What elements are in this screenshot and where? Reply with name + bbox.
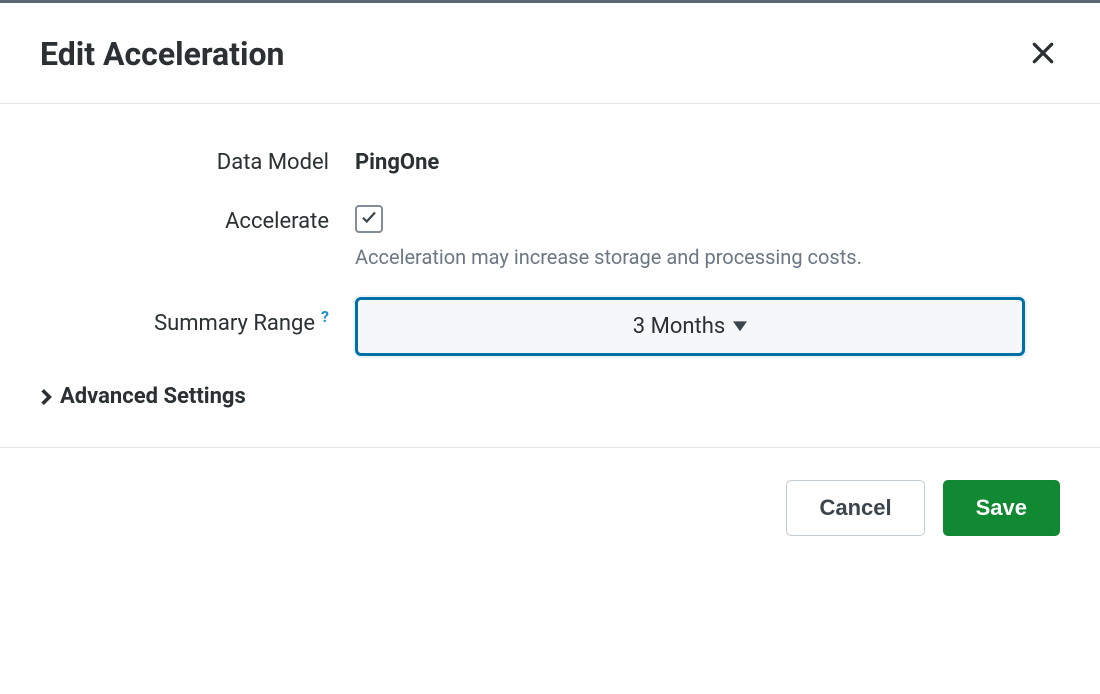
data-model-row: Data Model PingOne xyxy=(40,144,1060,175)
modal-title: Edit Acceleration xyxy=(40,35,284,73)
caret-down-icon xyxy=(733,314,747,339)
data-model-label: Data Model xyxy=(217,150,329,175)
summary-range-value: 3 Months xyxy=(633,314,725,339)
data-model-value: PingOne xyxy=(355,144,1060,175)
accelerate-row: Accelerate Acceleration may increase sto… xyxy=(40,203,1060,269)
advanced-settings-label: Advanced Settings xyxy=(60,384,246,409)
modal-footer: Cancel Save xyxy=(0,447,1100,568)
accelerate-label-col: Accelerate xyxy=(40,203,355,234)
accelerate-checkbox-wrap xyxy=(355,203,383,233)
summary-range-help-link[interactable]: ? xyxy=(321,307,329,326)
close-icon xyxy=(1030,54,1056,69)
summary-range-label: Summary Range xyxy=(154,311,315,336)
accelerate-help-text: Acceleration may increase storage and pr… xyxy=(355,245,1060,269)
summary-range-dropdown[interactable]: 3 Months xyxy=(355,297,1025,356)
close-button[interactable] xyxy=(1026,36,1060,73)
modal-body: Data Model PingOne Accelerate Accelerati… xyxy=(0,104,1100,447)
data-model-value-col: PingOne xyxy=(355,144,1060,175)
advanced-settings-toggle[interactable]: Advanced Settings xyxy=(40,384,1060,409)
summary-range-label-col: Summary Range ? xyxy=(40,297,355,336)
cancel-button[interactable]: Cancel xyxy=(786,480,924,536)
accelerate-checkbox[interactable] xyxy=(355,205,383,233)
data-model-label-col: Data Model xyxy=(40,144,355,175)
modal-header: Edit Acceleration xyxy=(0,3,1100,104)
summary-range-value-col: 3 Months xyxy=(355,297,1060,356)
accelerate-value-col: Acceleration may increase storage and pr… xyxy=(355,203,1060,269)
save-button[interactable]: Save xyxy=(943,480,1060,536)
accelerate-label: Accelerate xyxy=(225,209,329,234)
check-icon xyxy=(360,208,378,230)
summary-range-row: Summary Range ? 3 Months xyxy=(40,297,1060,356)
chevron-right-icon xyxy=(40,388,52,406)
summary-range-label-wrap: Summary Range ? xyxy=(40,311,329,336)
